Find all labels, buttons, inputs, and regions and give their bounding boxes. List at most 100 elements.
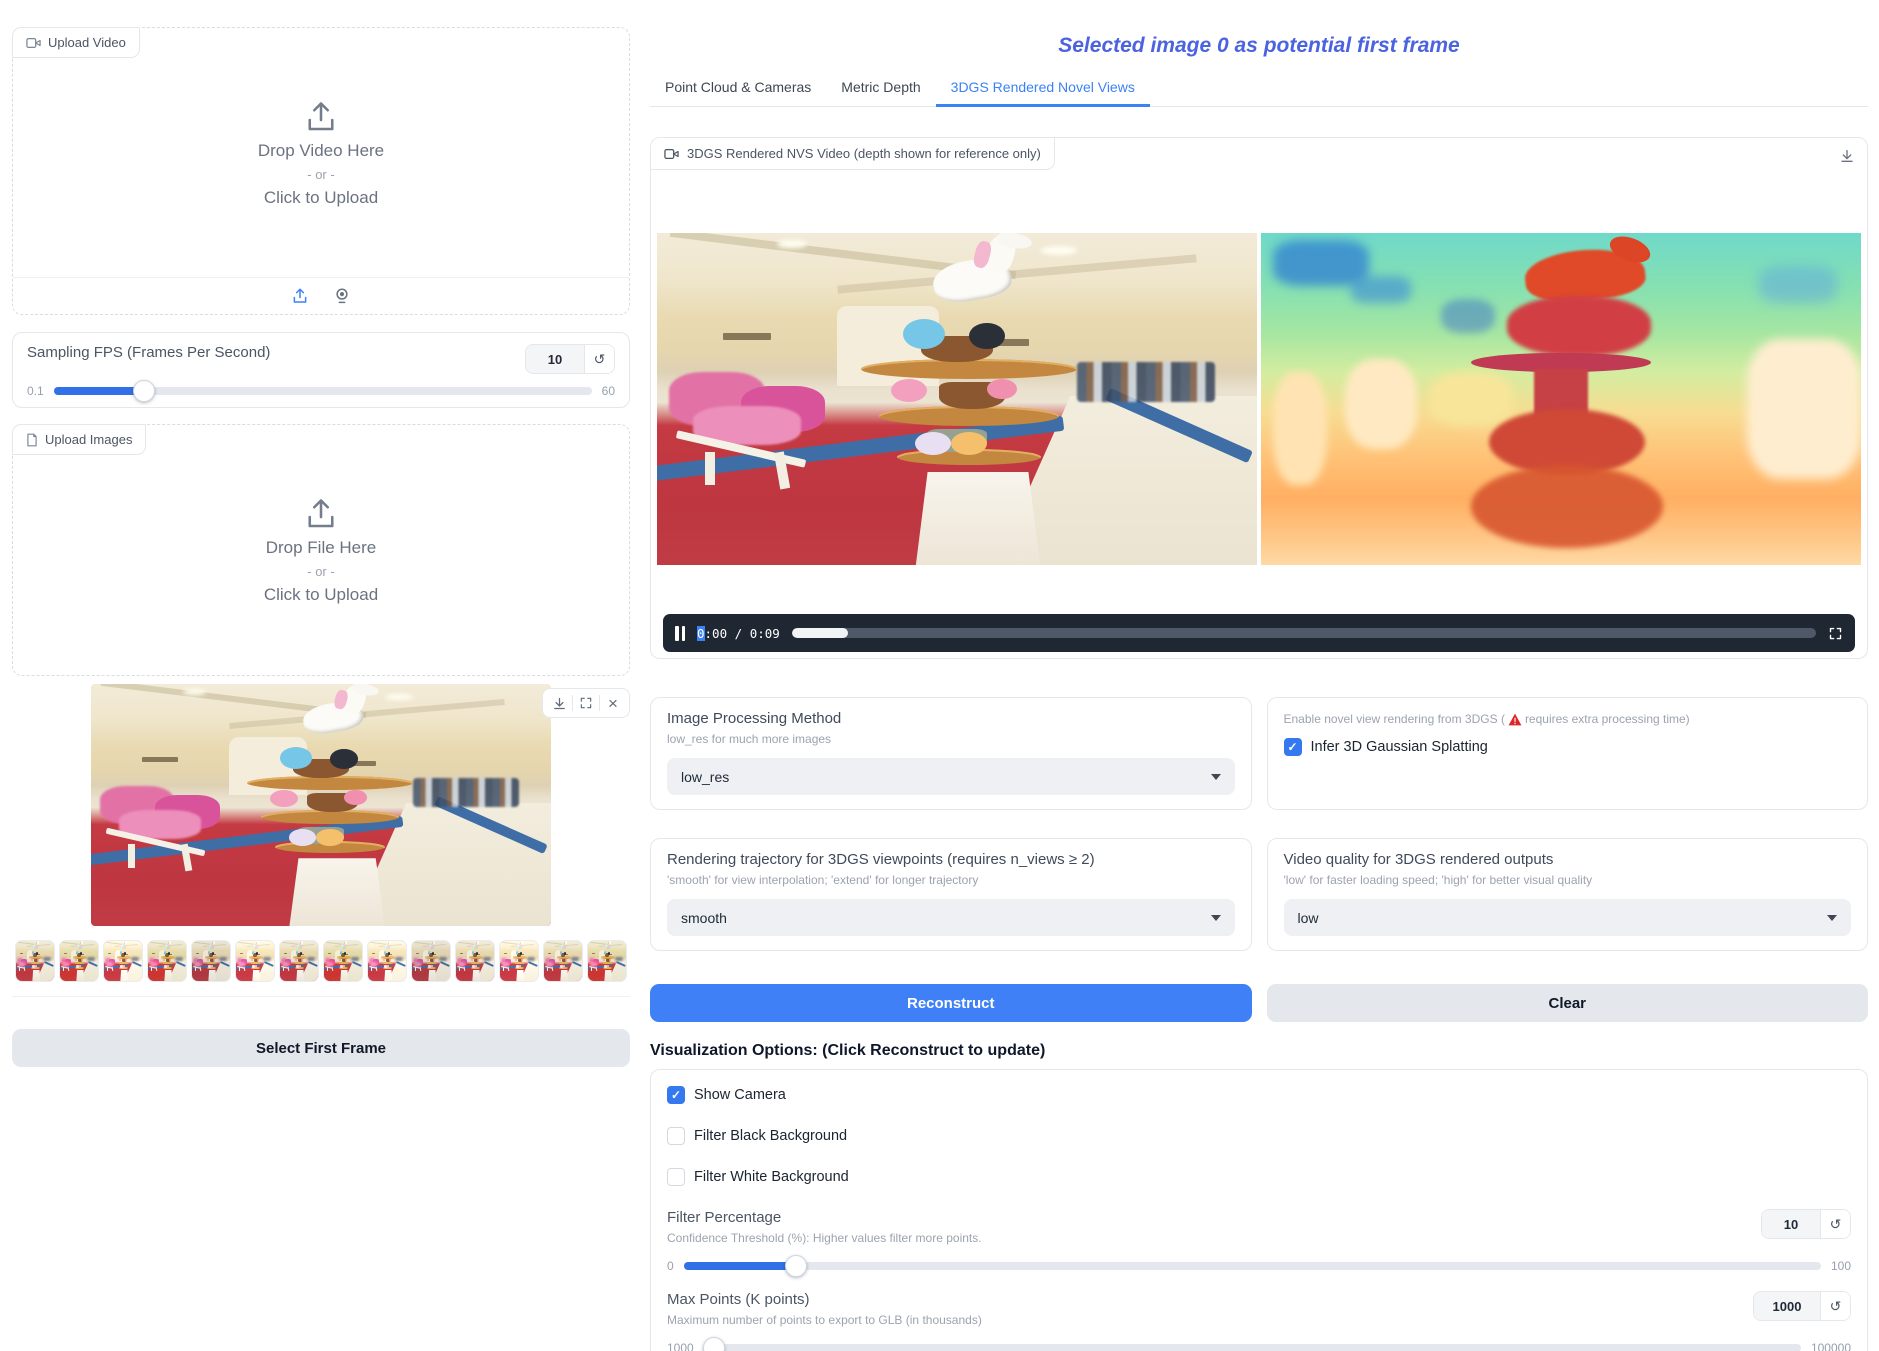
gaussian-splatting-group: Enable novel view rendering from 3DGS ( … xyxy=(1266,697,1868,810)
pause-button[interactable] xyxy=(675,614,685,652)
video-quality-caption: 'low' for faster loading speed; 'high' f… xyxy=(1283,873,1593,887)
gallery-thumbnail-3[interactable] xyxy=(147,940,187,982)
upload-images-chip-label: Upload Images xyxy=(45,432,133,447)
tab-bar: Point Cloud & Cameras Metric Depth 3DGS … xyxy=(650,71,1868,107)
filter-percentage-handle[interactable] xyxy=(785,1255,808,1277)
gallery-thumbnail-13[interactable] xyxy=(587,940,627,982)
video-controls: 0:00 / 0:09 xyxy=(663,614,1855,652)
dropdown-value: low xyxy=(1297,909,1319,926)
gallery-download-button[interactable] xyxy=(546,691,572,715)
webcam-icon xyxy=(336,288,348,304)
rendering-trajectory-caption: 'smooth' for view interpolation; 'extend… xyxy=(667,873,979,887)
rendering-trajectory-label: Rendering trajectory for 3DGS viewpoints… xyxy=(667,851,1095,868)
max-points-handle[interactable] xyxy=(702,1337,725,1351)
gallery-fullscreen-button[interactable] xyxy=(573,691,599,715)
gallery-thumbnail-12[interactable] xyxy=(543,940,583,982)
filter-percentage-reset-button[interactable]: ↺ xyxy=(1820,1210,1850,1238)
reconstruct-button[interactable]: Reconstruct xyxy=(650,984,1252,1022)
filter-percentage-caption: Confidence Threshold (%): Higher values … xyxy=(667,1231,982,1245)
chevron-down-icon xyxy=(1827,914,1837,921)
fps-slider-min: 0.1 xyxy=(27,384,44,398)
filter-black-background-checkbox-row[interactable]: Filter Black Background xyxy=(667,1127,1851,1145)
max-points-input[interactable]: 1000 xyxy=(1754,1292,1820,1320)
gallery-thumbnail-4[interactable] xyxy=(191,940,231,982)
tab-point-cloud-cameras[interactable]: Point Cloud & Cameras xyxy=(650,71,826,107)
upload-video-drop-area[interactable]: Drop Video Here - or - Click to Upload xyxy=(13,28,629,278)
gallery-thumbnail-5[interactable] xyxy=(235,940,275,982)
rendered-store-view xyxy=(657,233,1257,565)
image-processing-method-group: Image Processing Method low_res for much… xyxy=(650,697,1252,810)
filter-percentage-slider[interactable] xyxy=(683,1255,1821,1277)
filter-white-background-checkbox[interactable] xyxy=(667,1168,685,1186)
gallery-close-button[interactable]: × xyxy=(600,691,626,715)
fullscreen-icon xyxy=(1829,627,1842,639)
max-points-min: 1000 xyxy=(667,1341,694,1351)
sampling-fps-slider[interactable] xyxy=(53,380,592,402)
fullscreen-button[interactable] xyxy=(1828,626,1843,641)
dropdown-value: low_res xyxy=(681,768,730,785)
filter-black-background-checkbox[interactable] xyxy=(667,1127,685,1145)
app-window: Upload Video Drop Video Here - or - Clic… xyxy=(0,0,1879,1351)
video-quality-group: Video quality for 3DGS rendered outputs … xyxy=(1266,838,1868,951)
upload-source-icon xyxy=(293,288,307,303)
visualization-options-panel: Show Camera Filter Black Background Filt… xyxy=(650,1069,1868,1351)
chevron-down-icon xyxy=(1210,773,1221,780)
webcam-source-button[interactable] xyxy=(333,287,351,305)
video-download-button[interactable] xyxy=(1839,148,1855,164)
fps-slider-handle[interactable] xyxy=(133,380,156,402)
gallery-thumbnail-11[interactable] xyxy=(499,940,539,982)
gallery-thumbnail-6[interactable] xyxy=(279,940,319,982)
download-icon xyxy=(1841,150,1853,162)
sampling-fps-input[interactable]: 10 xyxy=(526,345,584,373)
image-processing-method-caption: low_res for much more images xyxy=(667,732,832,746)
gallery-thumbnail-9[interactable] xyxy=(411,940,451,982)
max-points-slider[interactable] xyxy=(702,1337,1801,1351)
infer-3dgs-checkbox[interactable] xyxy=(1283,738,1302,756)
left-column: Upload Video Drop Video Here - or - Clic… xyxy=(12,27,630,1067)
nvs-video-chip-label: 3DGS Rendered NVS Video (depth shown for… xyxy=(687,146,1041,161)
sampling-fps-label: Sampling FPS (Frames Per Second) xyxy=(27,344,271,361)
expand-icon xyxy=(580,697,592,709)
rendering-trajectory-dropdown[interactable]: smooth xyxy=(667,899,1235,936)
upload-images-drop-area[interactable]: Drop File Here - or - Click to Upload xyxy=(13,425,629,675)
gallery-thumbnail-7[interactable] xyxy=(323,940,363,982)
max-points-caption: Maximum number of points to export to GL… xyxy=(667,1313,982,1327)
nvs-video-chip: 3DGS Rendered NVS Video (depth shown for… xyxy=(651,138,1055,170)
gallery-thumbnail-10[interactable] xyxy=(455,940,495,982)
chevron-down-icon xyxy=(1210,914,1221,921)
filter-percentage-min: 0 xyxy=(667,1259,674,1273)
upload-video-dropzone[interactable]: Upload Video Drop Video Here - or - Clic… xyxy=(12,27,630,315)
warning-icon xyxy=(1508,713,1522,725)
video-quality-dropdown[interactable]: low xyxy=(1283,899,1851,936)
or-text: - or - xyxy=(307,166,335,182)
rgb-render-frame xyxy=(657,233,1257,565)
gallery-thumbnail-2[interactable] xyxy=(103,940,143,982)
gallery-thumbnail-strip[interactable] xyxy=(15,940,630,982)
depth-map-view xyxy=(1261,233,1861,565)
video-camera-icon xyxy=(664,148,679,159)
upload-video-source-bar xyxy=(13,277,629,314)
show-camera-checkbox-row[interactable]: Show Camera xyxy=(667,1086,1851,1104)
show-camera-checkbox[interactable] xyxy=(667,1086,685,1104)
visualization-options-heading: Visualization Options: (Click Reconstruc… xyxy=(650,1042,1046,1059)
filter-percentage-max: 100 xyxy=(1830,1259,1851,1273)
max-points-reset-button[interactable]: ↺ xyxy=(1820,1292,1850,1320)
select-first-frame-button[interactable]: Select First Frame xyxy=(12,1029,630,1067)
upload-file-source-button[interactable] xyxy=(291,287,309,305)
gallery-toolbar: × xyxy=(542,688,630,718)
clear-button[interactable]: Clear xyxy=(1266,984,1868,1022)
gallery-thumbnail-1[interactable] xyxy=(59,940,99,982)
infer-3dgs-checkbox-row[interactable]: Infer 3D Gaussian Splatting xyxy=(1283,738,1852,756)
upload-images-dropzone[interactable]: Upload Images Drop File Here - or - Clic… xyxy=(12,424,630,676)
filter-percentage-input[interactable]: 10 xyxy=(1762,1210,1820,1238)
image-processing-method-dropdown[interactable]: low_res xyxy=(667,758,1235,795)
filter-white-background-checkbox-row[interactable]: Filter White Background xyxy=(667,1168,1851,1186)
gallery-thumbnail-0[interactable] xyxy=(15,940,55,982)
video-frame-area[interactable] xyxy=(657,233,1861,565)
gallery-preview-image[interactable] xyxy=(91,684,551,926)
video-progress-bar[interactable] xyxy=(791,628,1816,638)
gallery-thumbnail-8[interactable] xyxy=(367,940,407,982)
tab-3dgs-rendered-novel-views[interactable]: 3DGS Rendered Novel Views xyxy=(935,71,1150,107)
tab-metric-depth[interactable]: Metric Depth xyxy=(826,71,935,107)
sampling-fps-reset-button[interactable]: ↺ xyxy=(584,345,614,373)
